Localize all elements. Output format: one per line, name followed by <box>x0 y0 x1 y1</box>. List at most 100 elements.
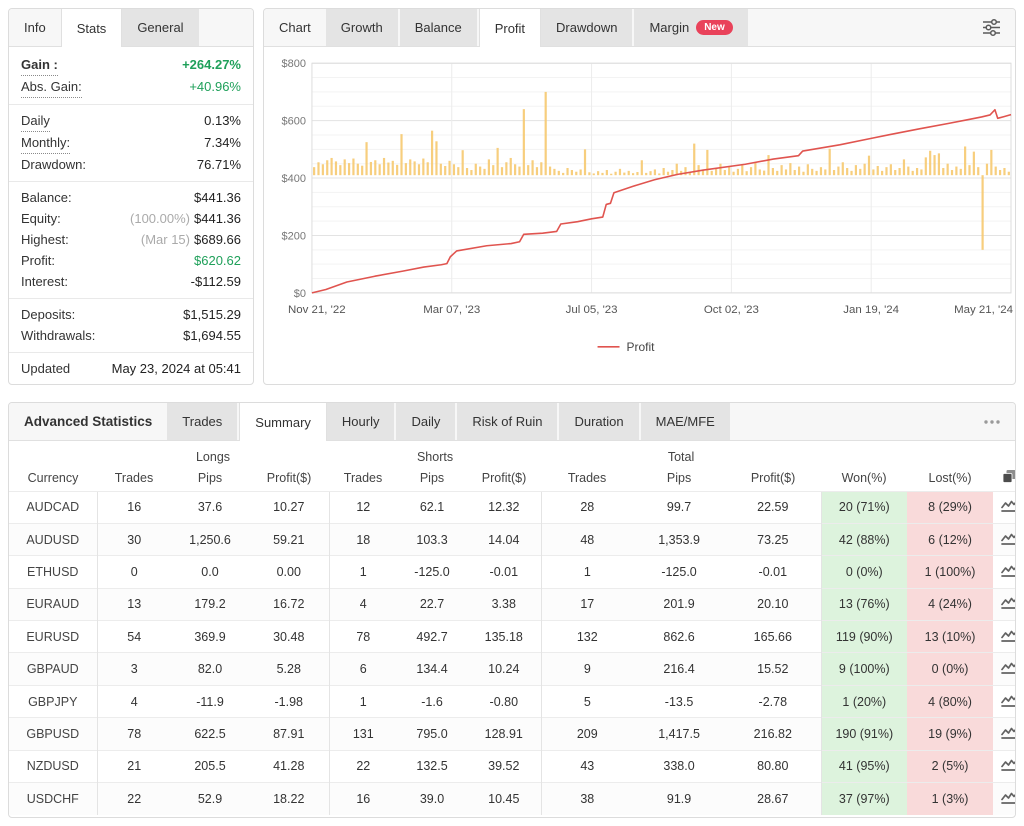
tab-trades[interactable]: Trades <box>167 403 239 440</box>
row-chart-icon[interactable] <box>993 653 1016 685</box>
lost-cell: 8 (29%) <box>907 491 993 523</box>
lost-cell: 1 (3%) <box>907 783 993 815</box>
more-options-icon[interactable] <box>982 418 1002 426</box>
longs-trades-cell: 21 <box>97 750 171 782</box>
sliders-icon[interactable] <box>981 18 1002 37</box>
profit-bar <box>842 162 844 175</box>
profit-bar <box>344 159 346 175</box>
shorts-pips-cell: 134.4 <box>397 653 467 685</box>
tab-label: Info <box>24 20 46 35</box>
total-trades-cell: 43 <box>541 750 633 782</box>
shorts-profit-cell: -0.80 <box>467 685 541 717</box>
profit-bar <box>444 166 446 175</box>
profit-bar <box>982 175 984 250</box>
stat-label-abs-gain[interactable]: Abs. Gain: <box>21 76 82 98</box>
tab-drawdown[interactable]: Drawdown <box>541 9 634 46</box>
tab-chart[interactable]: Chart <box>264 9 326 46</box>
legend-label[interactable]: Profit <box>627 340 656 354</box>
row-chart-icon[interactable] <box>993 783 1016 815</box>
stat-value: $441.36 <box>194 187 241 208</box>
tab-summary[interactable]: Summary <box>239 403 327 441</box>
column-header-profit: Profit($) <box>725 465 821 491</box>
row-chart-icon[interactable] <box>993 523 1016 555</box>
profit-bar <box>864 164 866 175</box>
profit-bar <box>540 162 542 175</box>
row-chart-icon[interactable] <box>993 621 1016 653</box>
shorts-trades-cell: 22 <box>329 750 397 782</box>
profit-bar <box>794 170 796 175</box>
profit-bar <box>545 92 547 175</box>
tab-label: Hourly <box>342 414 380 429</box>
total-profit-cell: 15.52 <box>725 653 821 685</box>
tab-margin[interactable]: MarginNew <box>634 9 749 46</box>
profit-bar <box>824 169 826 175</box>
row-chart-icon[interactable] <box>993 491 1016 523</box>
profit-bar <box>383 158 385 175</box>
stats-group: Gain :+264.27%Abs. Gain:+40.96% <box>9 49 253 105</box>
new-badge: New <box>696 20 733 35</box>
shorts-pips-cell: 795.0 <box>397 718 467 750</box>
stat-value: 0.13% <box>204 110 241 131</box>
lost-cell: 6 (12%) <box>907 523 993 555</box>
profit-bar <box>916 168 918 175</box>
stat-value: $620.62 <box>194 250 241 271</box>
row-chart-icon[interactable] <box>993 588 1016 620</box>
profit-bar <box>440 164 442 175</box>
profit-bar <box>527 165 529 175</box>
profit-bar <box>466 168 468 175</box>
stat-row: Interest:-$112.59 <box>21 271 241 292</box>
stat-value: $1,515.29 <box>183 304 241 325</box>
tab-risk-of-ruin[interactable]: Risk of Ruin <box>457 403 559 440</box>
x-axis-tick: Jul 05, '23 <box>566 304 618 316</box>
total-trades-cell: 1 <box>541 556 633 588</box>
row-chart-icon[interactable] <box>993 750 1016 782</box>
tab-stats[interactable]: Stats <box>61 9 123 47</box>
stat-value: -$112.59 <box>191 271 241 292</box>
profit-bar <box>518 167 520 176</box>
profit-bar <box>728 167 730 176</box>
row-chart-icon[interactable] <box>993 685 1016 717</box>
profit-bar <box>510 158 512 175</box>
shorts-trades-cell: 16 <box>329 783 397 815</box>
profit-bar <box>588 172 590 175</box>
row-chart-icon[interactable] <box>993 718 1016 750</box>
currency-cell: GBPAUD <box>9 653 97 685</box>
won-cell: 190 (91%) <box>821 718 907 750</box>
profit-bar <box>405 163 407 175</box>
currency-cell: GBPJPY <box>9 685 97 717</box>
tab-hourly[interactable]: Hourly <box>327 403 397 440</box>
longs-profit-cell: 87.91 <box>249 718 329 750</box>
stat-value-text: +40.96% <box>189 79 241 94</box>
profit-bar <box>488 159 490 175</box>
tab-duration[interactable]: Duration <box>559 403 640 440</box>
tab-general[interactable]: General <box>122 9 200 46</box>
profit-bar <box>877 166 879 175</box>
profit-bar <box>811 169 813 175</box>
tab-balance[interactable]: Balance <box>400 9 479 46</box>
profit-bar <box>1003 168 1005 175</box>
row-chart-icon[interactable] <box>993 556 1016 588</box>
profit-bar <box>422 159 424 176</box>
tab-label: Growth <box>341 20 383 35</box>
profit-bar <box>597 171 599 175</box>
total-pips-cell: 1,353.9 <box>633 523 725 555</box>
copy-icon[interactable] <box>993 465 1016 491</box>
shorts-profit-cell: 39.52 <box>467 750 541 782</box>
profit-bar <box>829 149 831 175</box>
tab-mae-mfe[interactable]: MAE/MFE <box>641 403 732 440</box>
stat-row: Tracking1 <box>21 379 241 385</box>
stat-label-monthly[interactable]: Monthly: <box>21 132 70 154</box>
stat-label-daily[interactable]: Daily <box>21 110 50 132</box>
longs-profit-cell: 18.22 <box>249 783 329 815</box>
tab-info[interactable]: Info <box>9 9 61 46</box>
tab-growth[interactable]: Growth <box>326 9 400 46</box>
stat-label-gain[interactable]: Gain : <box>21 54 58 76</box>
profit-bar <box>746 171 748 175</box>
tab-profit[interactable]: Profit <box>479 9 541 47</box>
tab-daily[interactable]: Daily <box>396 403 457 440</box>
currency-cell: EURAUD <box>9 588 97 620</box>
profit-bar <box>798 167 800 176</box>
stat-row: Balance:$441.36 <box>21 187 241 208</box>
y-axis-tick: $800 <box>282 58 306 70</box>
profit-bar <box>881 171 883 175</box>
